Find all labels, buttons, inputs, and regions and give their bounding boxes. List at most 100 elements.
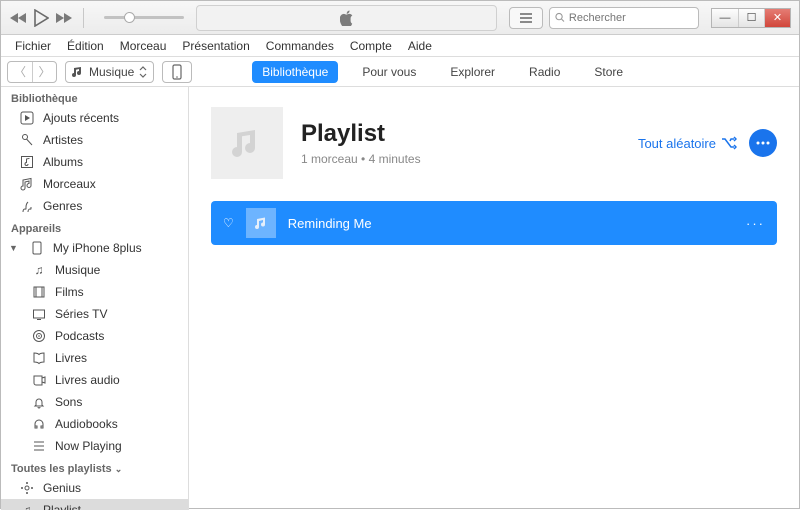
menu-song[interactable]: Morceau — [112, 39, 175, 53]
forward-nav-button[interactable]: 〉 — [32, 62, 56, 82]
playlist-header: Playlist 1 morceau • 4 minutes Tout aléa… — [211, 107, 777, 179]
playlist-artwork[interactable] — [211, 107, 283, 179]
nav-tabs: Bibliothèque Pour vous Explorer Radio St… — [192, 61, 693, 83]
sidebar-playlist-genius[interactable]: Genius — [1, 477, 188, 499]
sidebar-device-tv[interactable]: Séries TV — [1, 303, 188, 325]
chevron-down-icon: ⌄ — [115, 464, 123, 474]
forward-button[interactable] — [55, 12, 73, 24]
back-button[interactable]: 〈 — [8, 62, 32, 82]
tv-icon — [31, 306, 47, 322]
volume-slider[interactable] — [104, 16, 184, 19]
sidebar-item-label: Films — [55, 285, 84, 299]
titlebar: — ☐ ✕ — [1, 1, 799, 35]
playlist-more-button[interactable] — [749, 129, 777, 157]
tab-foryou[interactable]: Pour vous — [352, 61, 426, 83]
source-picker[interactable]: Musique — [65, 61, 154, 83]
search-field[interactable] — [549, 7, 699, 29]
sidebar-item-genres[interactable]: Genres — [1, 195, 188, 217]
minimize-button[interactable]: — — [712, 9, 738, 27]
sidebar-item-label: Audiobooks — [55, 417, 118, 431]
track-row[interactable]: ♡ Reminding Me ··· — [211, 201, 777, 245]
sidebar-item-label: Podcasts — [55, 329, 104, 343]
rewind-button[interactable] — [9, 12, 27, 24]
sidebar-device-books[interactable]: Livres — [1, 347, 188, 369]
music-note-icon — [72, 66, 84, 78]
sidebar-item-label: My iPhone 8plus — [53, 241, 142, 255]
close-button[interactable]: ✕ — [764, 9, 790, 27]
sidebar-device-audiobooks2[interactable]: Audiobooks — [1, 413, 188, 435]
tab-browse[interactable]: Explorer — [440, 61, 505, 83]
recent-icon — [19, 110, 35, 126]
sidebar-item-label: Genius — [43, 481, 81, 495]
note-icon: ♫ — [31, 262, 47, 278]
sidebar-item-label: Livres — [55, 351, 87, 365]
sidebar-head-devices: Appareils — [1, 217, 188, 237]
sidebar-head-playlists[interactable]: Toutes les playlists ⌄ — [1, 457, 188, 477]
tab-library[interactable]: Bibliothèque — [252, 61, 338, 83]
sidebar-item-label: Albums — [43, 155, 83, 169]
menu-account[interactable]: Compte — [342, 39, 400, 53]
sidebar-item-label: Genres — [43, 199, 82, 213]
sidebar-item-songs[interactable]: Morceaux — [1, 173, 188, 195]
toolbar: 〈 〉 Musique Bibliothèque Pour vous Explo… — [1, 57, 799, 87]
mic-icon — [19, 132, 35, 148]
device-button[interactable] — [162, 61, 192, 83]
maximize-button[interactable]: ☐ — [738, 9, 764, 27]
shuffle-all-button[interactable]: Tout aléatoire — [638, 136, 737, 151]
source-picker-label: Musique — [89, 65, 134, 79]
genius-icon — [19, 480, 35, 496]
track-artwork — [246, 208, 276, 238]
sidebar-device-nowplaying[interactable]: Now Playing — [1, 435, 188, 457]
podcast-icon — [31, 328, 47, 344]
content-area: Playlist 1 morceau • 4 minutes Tout aléa… — [189, 87, 799, 510]
bell-icon — [31, 394, 47, 410]
sidebar-item-label: Artistes — [43, 133, 83, 147]
track-name: Reminding Me — [288, 216, 734, 231]
menu-edit[interactable]: Édition — [59, 39, 112, 53]
play-button[interactable] — [33, 9, 49, 27]
chevron-updown-icon — [139, 66, 147, 78]
sidebar-device-tones[interactable]: Sons — [1, 391, 188, 413]
sidebar-item-recent[interactable]: Ajouts récents — [1, 107, 188, 129]
tab-store[interactable]: Store — [584, 61, 633, 83]
sidebar-device[interactable]: ▼ My iPhone 8plus — [1, 237, 188, 259]
track-more-button[interactable]: ··· — [746, 216, 765, 231]
sidebar-device-movies[interactable]: Films — [1, 281, 188, 303]
menu-help[interactable]: Aide — [400, 39, 440, 53]
lcd-display — [196, 5, 497, 31]
music-note-icon — [229, 125, 265, 161]
sidebar-item-albums[interactable]: Albums — [1, 151, 188, 173]
sidebar-item-label: Musique — [55, 263, 100, 277]
menu-file[interactable]: Fichier — [7, 39, 59, 53]
sidebar-playlist-playlist[interactable]: ♫Playlist — [1, 499, 188, 510]
sidebar-item-label: Livres audio — [55, 373, 120, 387]
sidebar-device-music[interactable]: ♫ Musique — [1, 259, 188, 281]
music-note-icon — [253, 215, 269, 231]
menu-controls[interactable]: Commandes — [258, 39, 342, 53]
sidebar-device-audiobooks[interactable]: Livres audio — [1, 369, 188, 391]
sidebar-head-library: Bibliothèque — [1, 87, 188, 107]
sidebar: Bibliothèque Ajouts récents Artistes Alb… — [1, 87, 189, 510]
menu-view[interactable]: Présentation — [174, 39, 257, 53]
headphones-icon — [31, 416, 47, 432]
window-controls: — ☐ ✕ — [711, 8, 791, 28]
disclosure-triangle-icon[interactable]: ▼ — [9, 243, 18, 253]
sidebar-item-label: Morceaux — [43, 177, 96, 191]
queue-button[interactable] — [509, 7, 543, 29]
shuffle-icon — [721, 136, 737, 150]
tab-radio[interactable]: Radio — [519, 61, 570, 83]
love-button[interactable]: ♡ — [223, 216, 234, 230]
playlist-title: Playlist — [301, 120, 620, 148]
genre-icon — [19, 198, 35, 214]
sidebar-item-label: Séries TV — [55, 307, 107, 321]
search-input[interactable] — [569, 12, 693, 24]
menu-bar: Fichier Édition Morceau Présentation Com… — [1, 35, 799, 57]
phone-icon — [29, 240, 45, 256]
sidebar-device-podcasts[interactable]: Podcasts — [1, 325, 188, 347]
book-icon — [31, 350, 47, 366]
search-icon — [555, 12, 565, 23]
note-icon — [19, 176, 35, 192]
sidebar-item-artists[interactable]: Artistes — [1, 129, 188, 151]
sidebar-item-label: Ajouts récents — [43, 111, 119, 125]
film-icon — [31, 284, 47, 300]
